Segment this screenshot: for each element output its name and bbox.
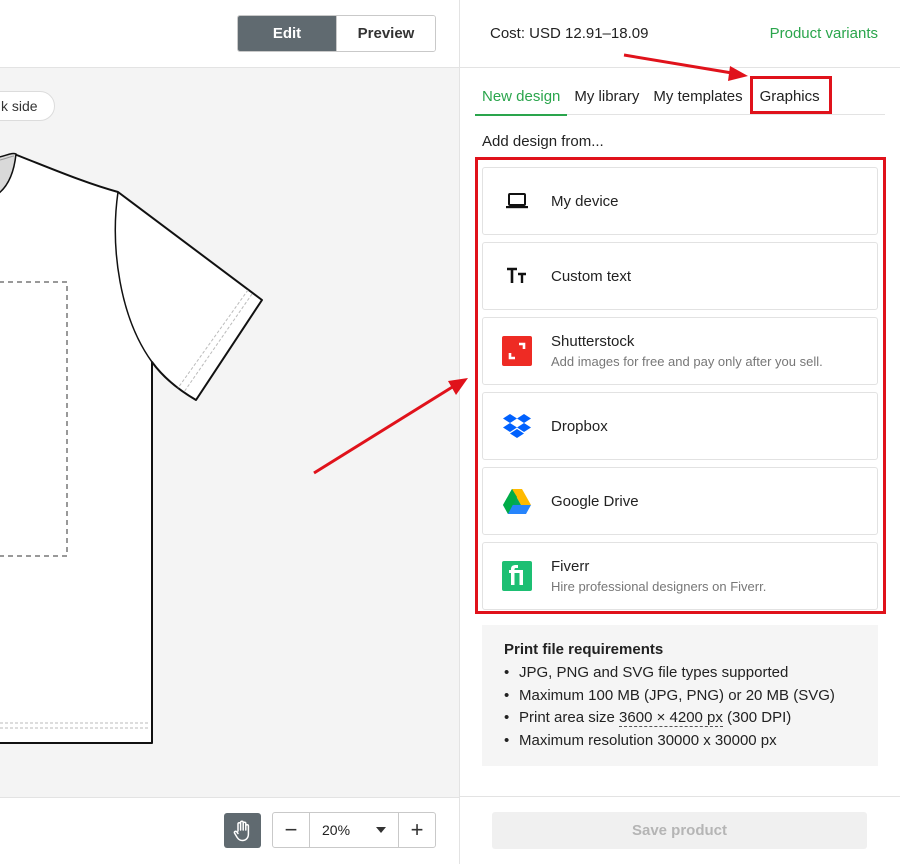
preview-button[interactable]: Preview	[336, 16, 435, 51]
canvas-controls: − 20% +	[0, 797, 459, 864]
edit-button[interactable]: Edit	[238, 16, 336, 51]
save-product-button[interactable]: Save product	[492, 812, 867, 849]
add-design-label: Add design from...	[482, 133, 604, 150]
print-dpi-value: (300 DPI)	[722, 709, 792, 726]
hand-icon	[233, 820, 249, 841]
tab-my-library[interactable]: My library	[567, 77, 646, 115]
zoom-in-button[interactable]: +	[399, 813, 435, 847]
zoom-out-button[interactable]: −	[273, 813, 309, 847]
footer-separator	[460, 796, 900, 797]
design-canvas[interactable]: k side	[0, 68, 459, 797]
requirement-item: Maximum resolution 30000 x 30000 px	[504, 730, 856, 753]
tab-new-design[interactable]: New design	[475, 77, 568, 116]
back-side-button[interactable]: k side	[0, 91, 55, 121]
sources-highlight-box	[475, 157, 886, 614]
chevron-down-icon	[376, 827, 386, 833]
print-size-value[interactable]: 3600 × 4200 px	[619, 709, 723, 727]
zoom-select[interactable]: 20%	[309, 813, 399, 847]
side-label: k side	[1, 98, 38, 114]
requirement-item: JPG, PNG and SVG file types supported	[504, 662, 856, 685]
tab-my-templates[interactable]: My templates	[646, 77, 749, 115]
requirement-text: Print area size	[519, 709, 615, 726]
zoom-control: − 20% +	[272, 812, 436, 848]
tshirt-mockup	[0, 152, 263, 744]
zoom-value: 20%	[322, 822, 351, 838]
requirements-title: Print file requirements	[504, 641, 664, 658]
mode-toggle: Edit Preview	[237, 15, 436, 52]
requirement-item: Print area size 3600 × 4200 px (300 DPI)	[504, 707, 856, 730]
requirements-list: JPG, PNG and SVG file types supported Ma…	[504, 662, 856, 752]
product-variants-link[interactable]: Product variants	[770, 25, 878, 42]
hand-tool-button[interactable]	[224, 813, 261, 848]
requirement-item: Maximum 100 MB (JPG, PNG) or 20 MB (SVG)	[504, 685, 856, 708]
editor-toolbar: Edit Preview	[0, 0, 459, 68]
print-requirements: Print file requirements JPG, PNG and SVG…	[482, 625, 878, 766]
cost-label: Cost: USD 12.91–18.09	[490, 25, 649, 42]
header-separator	[460, 67, 900, 68]
graphics-highlight-box	[750, 76, 832, 114]
design-panel: Cost: USD 12.91–18.09 Product variants N…	[460, 0, 900, 864]
